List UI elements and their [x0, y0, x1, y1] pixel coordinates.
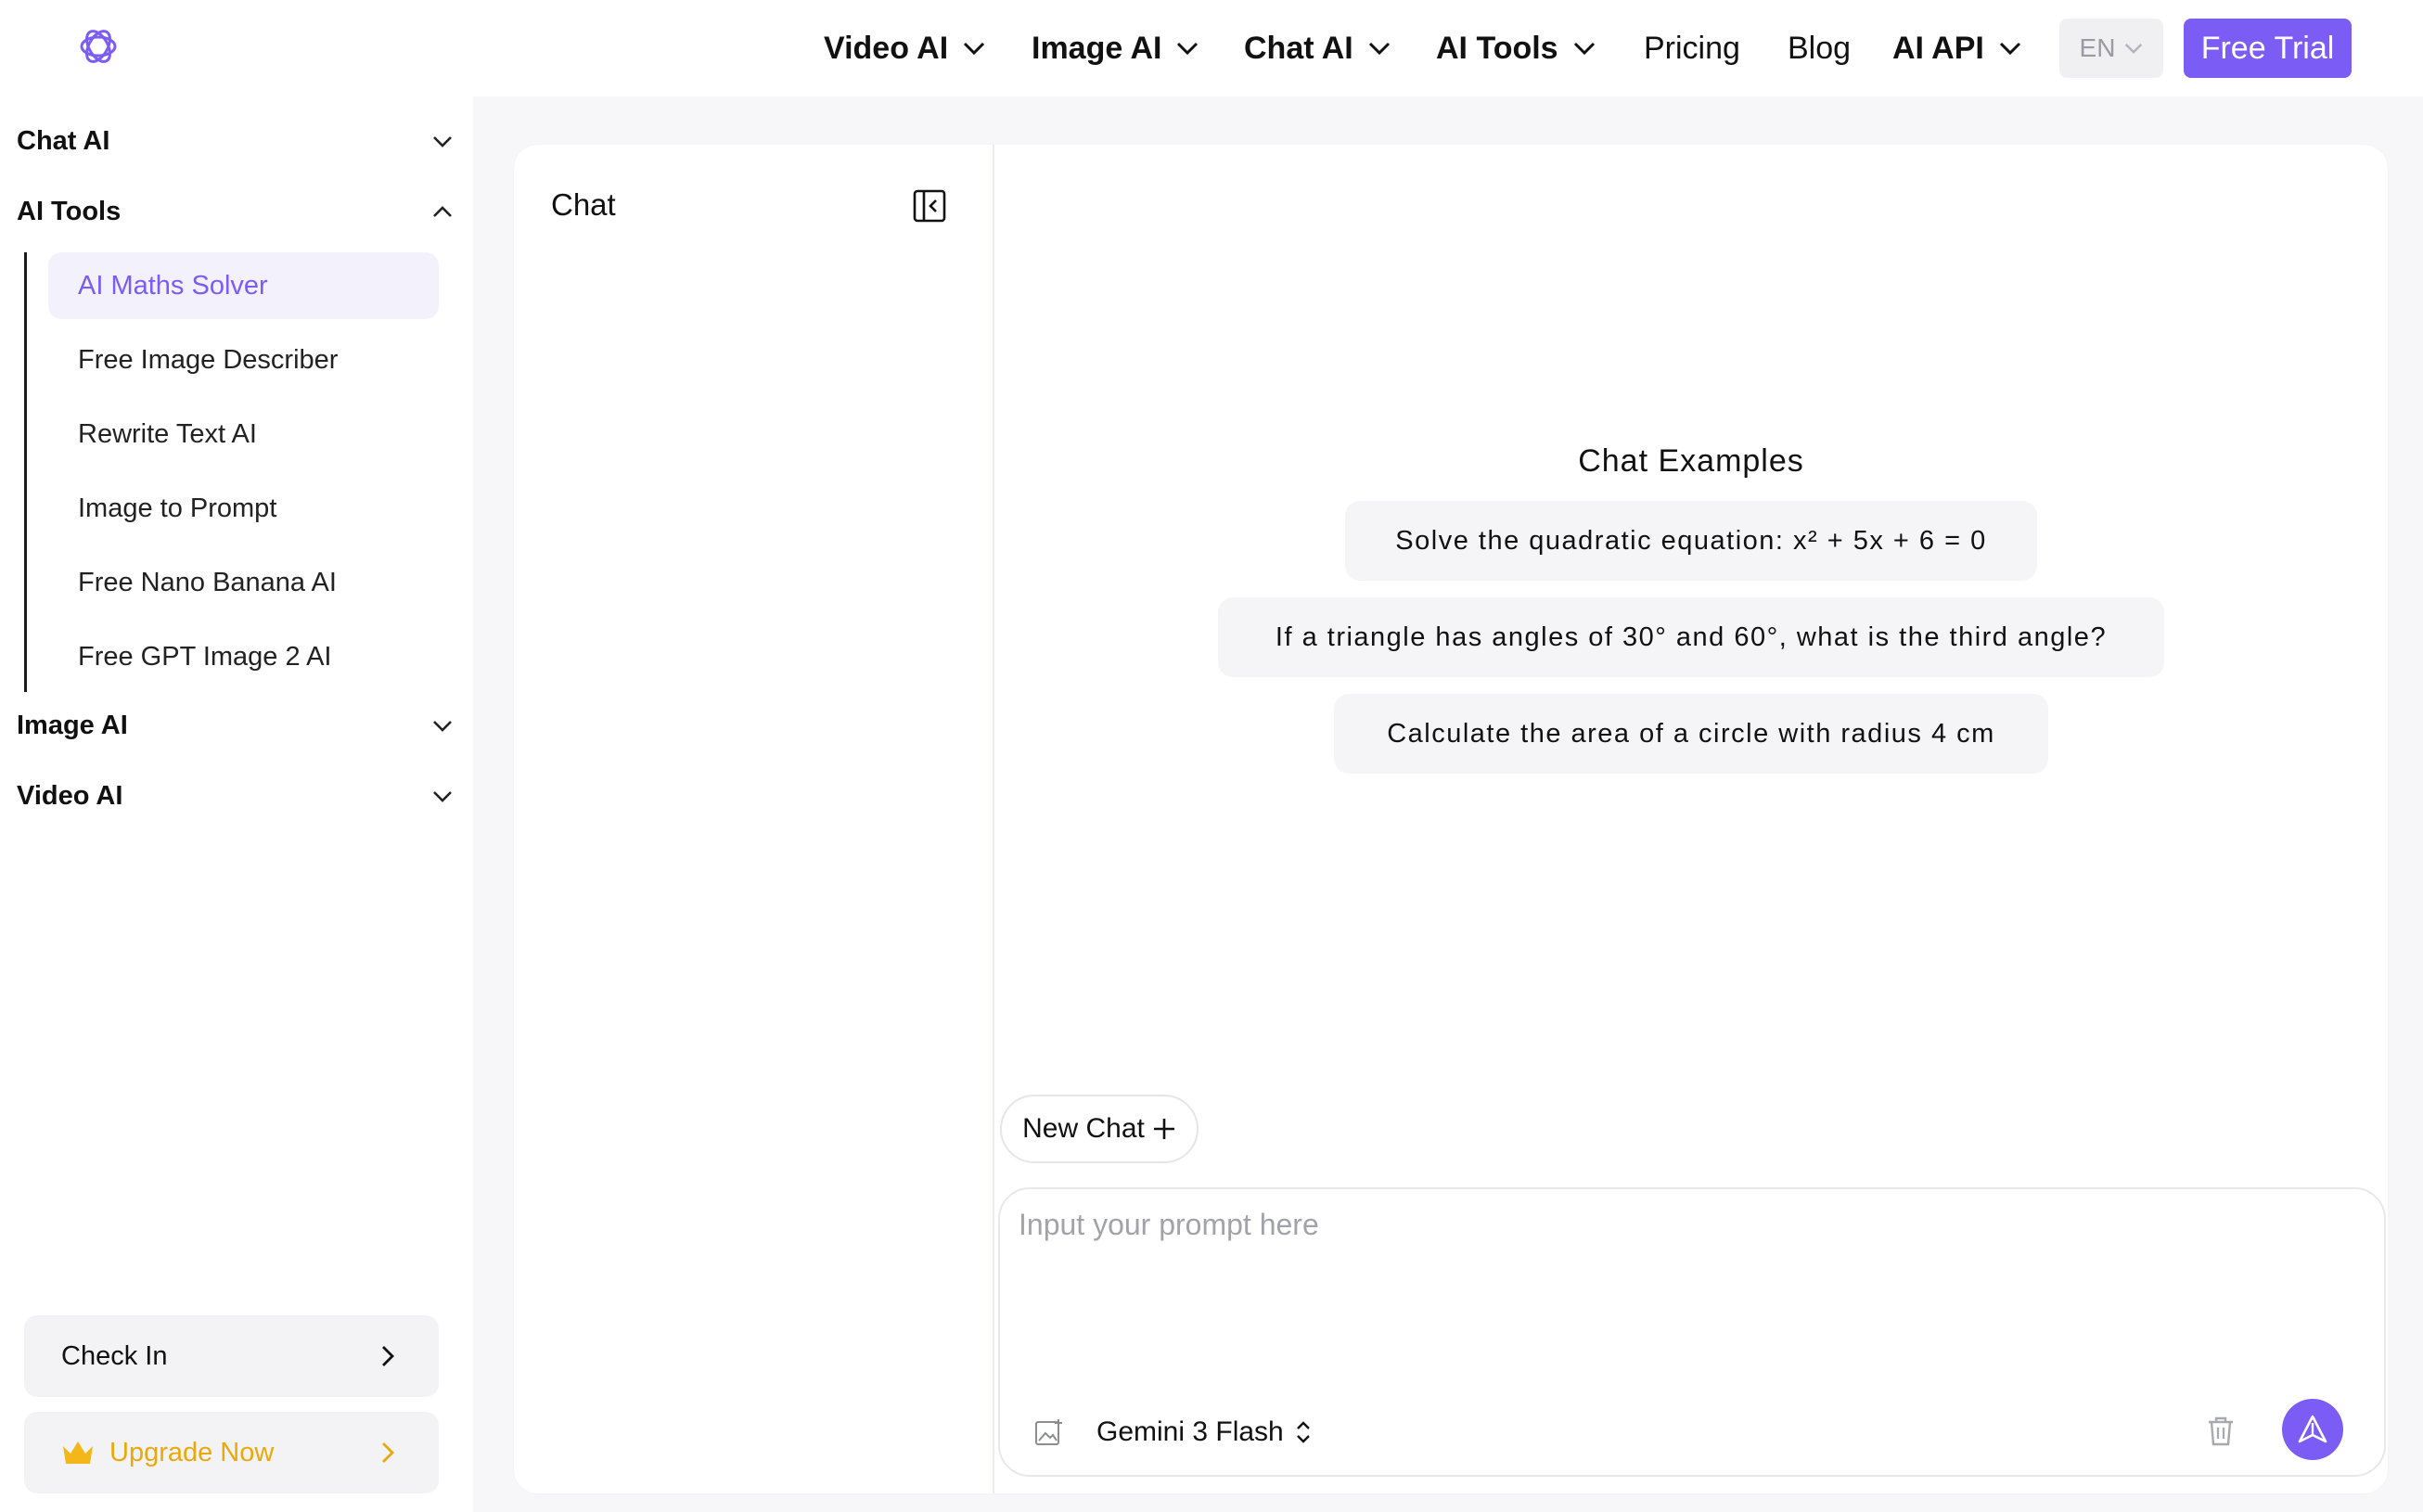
sidebar-item-rewrite-text-ai[interactable]: Rewrite Text AI	[48, 401, 439, 468]
nav-blog[interactable]: Blog	[1788, 24, 1851, 72]
prompt-input[interactable]	[1019, 1208, 2364, 1375]
chat-examples-title: Chat Examples	[1578, 443, 1804, 479]
brand-logo-icon[interactable]	[76, 24, 121, 69]
trash-icon[interactable]	[2206, 1416, 2236, 1447]
send-icon	[2298, 1415, 2327, 1443]
top-navigation: Video AI Image AI Chat AI AI Tools Prici…	[0, 0, 2423, 96]
sidebar-item-free-nano-banana-ai[interactable]: Free Nano Banana AI	[48, 549, 439, 616]
chevron-right-icon	[382, 1346, 394, 1366]
sidebar: Chat AI AI Tools AI Maths Solver Free Im…	[0, 96, 473, 1512]
nav-ai-api[interactable]: AI API	[1892, 24, 2021, 72]
chevron-down-icon	[1177, 42, 1199, 55]
collapse-sidebar-icon[interactable]	[913, 189, 946, 223]
submenu-guide-line	[24, 252, 27, 692]
chat-example-2[interactable]: If a triangle has angles of 30° and 60°,…	[1218, 597, 2164, 677]
chevron-down-icon	[964, 42, 985, 55]
sidebar-item-image-to-prompt[interactable]: Image to Prompt	[48, 475, 439, 542]
chevron-right-icon	[382, 1442, 394, 1463]
sidebar-item-free-image-describer[interactable]: Free Image Describer	[48, 327, 439, 393]
check-in-button[interactable]: Check In	[24, 1315, 439, 1397]
sidebar-group-image-ai[interactable]: Image AI	[17, 698, 453, 753]
crown-icon	[63, 1442, 93, 1464]
sidebar-group-video-ai[interactable]: Video AI	[17, 768, 453, 824]
plus-icon	[1153, 1119, 1174, 1139]
upgrade-label-group: Upgrade Now	[61, 1438, 274, 1468]
chevron-up-down-icon	[1296, 1421, 1310, 1443]
nav-chat-ai[interactable]: Chat AI	[1244, 24, 1391, 72]
upload-image-icon[interactable]	[1033, 1417, 1063, 1447]
chevron-down-icon	[433, 790, 452, 802]
chevron-up-icon	[433, 205, 452, 217]
chevron-down-icon	[1999, 42, 2020, 55]
chat-example-1[interactable]: Solve the quadratic equation: x² + 5x + …	[1345, 501, 2037, 581]
history-title: Chat	[551, 187, 616, 222]
chat-area: Chat Examples Solve the quadratic equati…	[994, 145, 2388, 1493]
chat-history-pane: Chat	[514, 145, 994, 1493]
chevron-down-icon	[2125, 43, 2143, 54]
nav-pricing[interactable]: Pricing	[1644, 24, 1740, 72]
prompt-composer: Gemini 3 Flash	[998, 1187, 2386, 1477]
chevron-down-icon	[433, 720, 452, 732]
new-chat-button[interactable]: New Chat	[1000, 1095, 1199, 1163]
chat-panel: Chat Chat Examples Solve the quadratic e…	[514, 145, 2388, 1493]
sidebar-item-ai-maths-solver[interactable]: AI Maths Solver	[48, 252, 439, 319]
language-selector[interactable]: EN	[2059, 19, 2163, 78]
chevron-down-icon	[433, 135, 452, 147]
nav-video-ai[interactable]: Video AI	[824, 24, 985, 72]
sidebar-item-free-gpt-image-2-ai[interactable]: Free GPT Image 2 AI	[48, 623, 439, 690]
send-button[interactable]	[2282, 1399, 2343, 1460]
model-selector[interactable]: Gemini 3 Flash	[1096, 1408, 1312, 1456]
nav-image-ai[interactable]: Image AI	[1032, 24, 1199, 72]
nav-ai-tools[interactable]: AI Tools	[1436, 24, 1596, 72]
upgrade-now-button[interactable]: Upgrade Now	[24, 1412, 439, 1493]
free-trial-button[interactable]: Free Trial	[2184, 19, 2352, 78]
chevron-down-icon	[1368, 42, 1390, 55]
chevron-down-icon	[1573, 42, 1595, 55]
sidebar-group-chat-ai[interactable]: Chat AI	[17, 113, 453, 169]
chat-example-3[interactable]: Calculate the area of a circle with radi…	[1334, 694, 2048, 774]
sidebar-group-ai-tools[interactable]: AI Tools	[17, 184, 453, 239]
